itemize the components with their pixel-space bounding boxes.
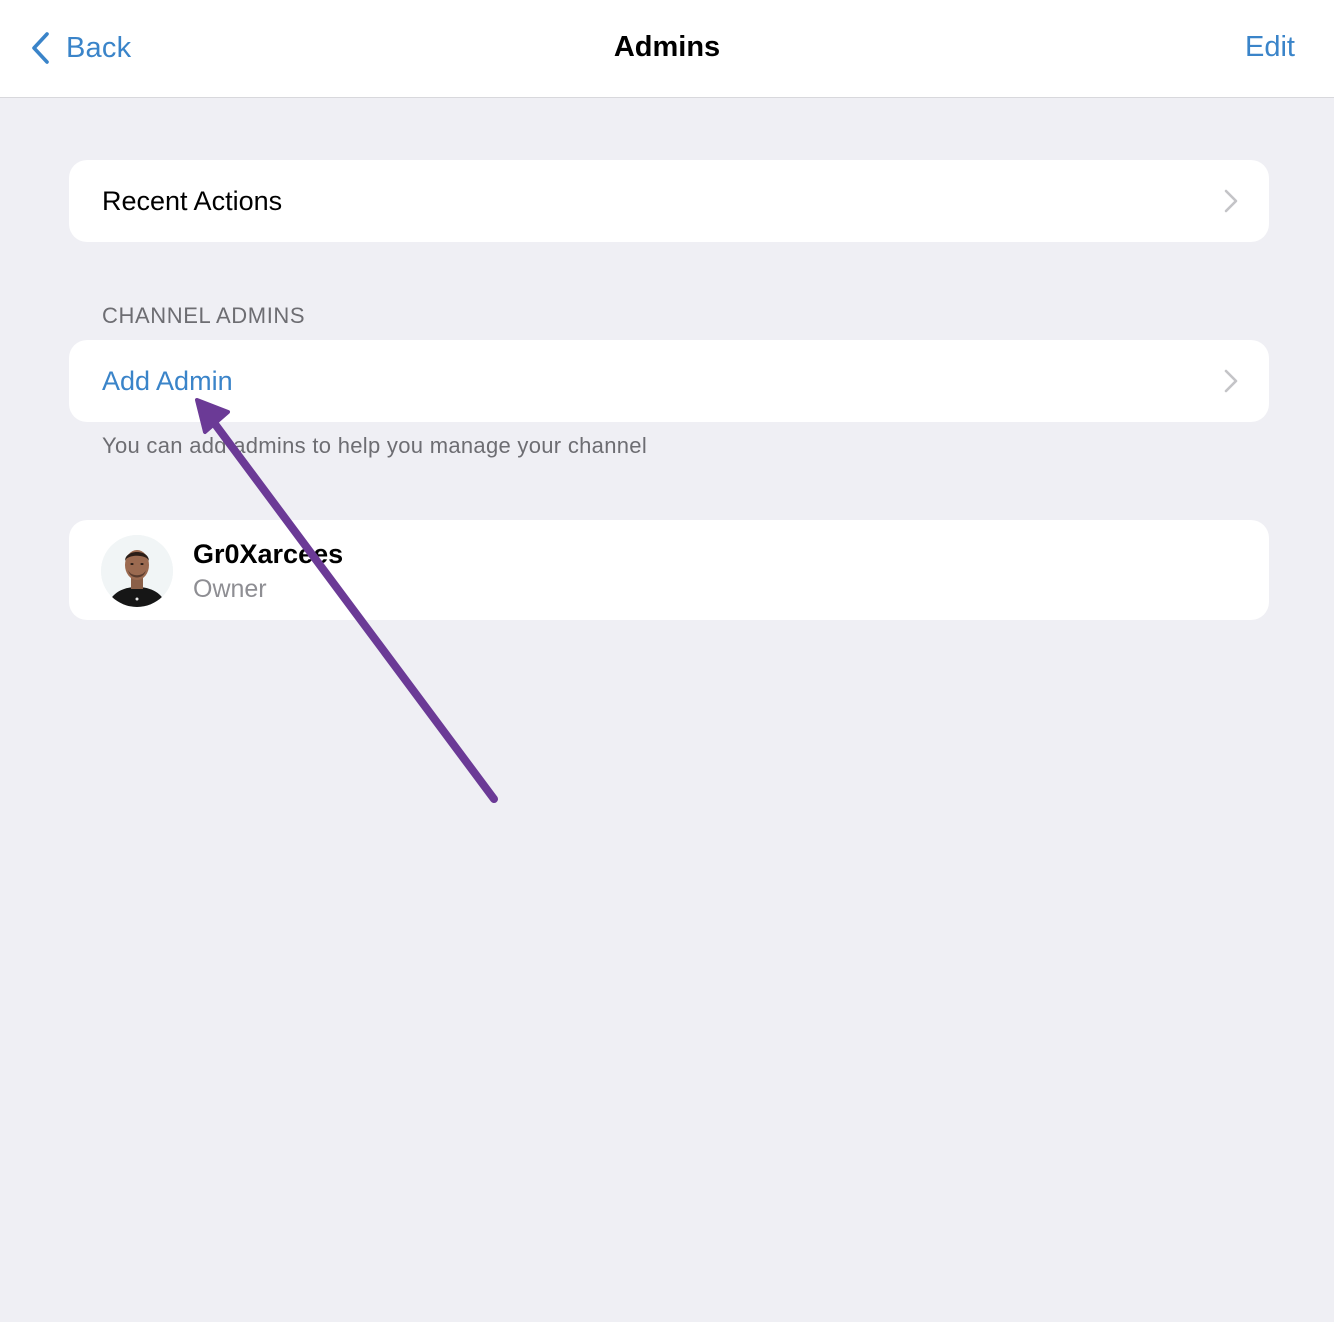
recent-actions-label: Recent Actions [102,185,283,216]
admin-role: Owner [193,575,267,603]
add-admin-label: Add Admin [102,365,233,396]
avatar [101,535,173,607]
channel-admins-footer: You can add admins to help you manage yo… [102,433,648,458]
navigation-bar: Back Admins Edit [0,0,1334,98]
chevron-right-icon [1223,369,1239,398]
admin-name: Gr0Xarcees [193,539,344,569]
page-title: Admins [613,31,721,63]
chevron-right-icon [1223,189,1239,218]
channel-admins-header: CHANNEL ADMINS [102,303,306,328]
edit-button[interactable]: Edit [1245,31,1295,64]
admin-list-item[interactable]: Gr0Xarcees Owner [69,520,1269,620]
add-admin-row[interactable]: Add Admin [69,340,1269,422]
recent-actions-row[interactable]: Recent Actions [69,160,1269,242]
